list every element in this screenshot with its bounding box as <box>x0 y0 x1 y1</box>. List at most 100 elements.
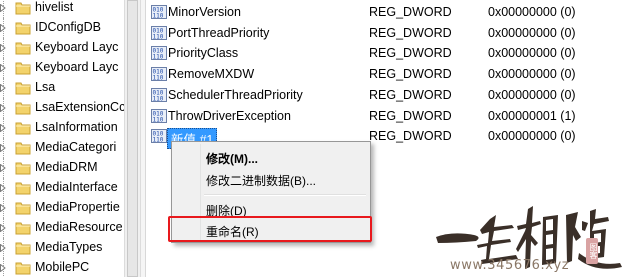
value-type: REG_DWORD <box>369 129 452 144</box>
value-data: 0x00000000 (0) <box>488 87 576 102</box>
tree-item-label: hivelist <box>35 0 74 14</box>
registry-value-row[interactable]: 010 110 SchedulerThreadPriority REG_DWORD 0x… <box>146 85 635 106</box>
value-type: REG_DWORD <box>369 46 452 61</box>
folder-icon <box>15 241 31 255</box>
tree-item[interactable]: hivelist <box>0 0 124 18</box>
value-type: REG_DWORD <box>369 87 452 102</box>
registry-value-row[interactable]: 010 110 PortThreadPriority REG_DWORD 0x00000… <box>146 23 635 44</box>
value-data: 0x00000000 (0) <box>488 129 576 144</box>
tree-item[interactable]: MediaInterface <box>0 178 124 198</box>
watermark-seal: 图客 <box>586 238 598 264</box>
expand-arrow-icon[interactable] <box>0 104 6 112</box>
tree-item-label: IDConfigDB <box>35 20 101 34</box>
tree-item[interactable]: MediaCategori <box>0 138 124 158</box>
value-data: 0x00000000 (0) <box>488 67 576 82</box>
tree-item-label: LsaInformation <box>35 120 118 134</box>
folder-icon <box>15 41 31 55</box>
dword-value-icon: 010 110 <box>151 67 167 82</box>
expand-arrow-icon[interactable] <box>0 184 6 192</box>
expand-arrow-icon[interactable] <box>0 124 6 132</box>
dword-value-icon: 010 110 <box>151 129 167 144</box>
expand-arrow-icon[interactable] <box>0 64 6 72</box>
expand-arrow-icon[interactable] <box>0 4 6 12</box>
tree-item[interactable]: Keyboard Layc <box>0 38 124 58</box>
tree-item[interactable]: MediaDRM <box>0 158 124 178</box>
expand-arrow-icon[interactable] <box>0 144 6 152</box>
tree-item[interactable]: LsaInformation <box>0 118 124 138</box>
value-type: REG_DWORD <box>369 67 452 82</box>
tree-item[interactable]: MediaTypes <box>0 238 124 258</box>
svg-text:110: 110 <box>153 54 164 61</box>
tree-scrollbar-thumb[interactable] <box>127 0 138 277</box>
tree-item[interactable]: MediaResource <box>0 218 124 238</box>
folder-icon <box>15 121 31 135</box>
dword-value-icon: 010 110 <box>151 46 167 61</box>
tree-item-label: MediaDRM <box>35 160 98 174</box>
value-name: PortThreadPriority <box>168 25 270 40</box>
tree-item-label: MediaPropertie <box>35 200 120 214</box>
value-type: REG_DWORD <box>369 5 452 19</box>
folder-icon <box>15 101 31 115</box>
value-name: SchedulerThreadPriority <box>168 87 303 102</box>
dword-value-icon: 010 110 <box>151 108 167 123</box>
folder-icon <box>15 181 31 195</box>
tree-item[interactable]: IDConfigDB <box>0 18 124 38</box>
value-data: 0x00000000 (0) <box>488 46 576 61</box>
expand-arrow-icon[interactable] <box>0 244 6 252</box>
tree-item-label: MediaResource <box>35 220 123 234</box>
folder-icon <box>15 81 31 95</box>
expand-arrow-icon[interactable] <box>0 204 6 212</box>
tree-item[interactable]: Lsa <box>0 78 124 98</box>
dword-value-icon: 010 110 <box>151 25 167 40</box>
folder-icon <box>15 141 31 155</box>
watermark-url: www.345676.xyz <box>450 258 570 273</box>
tree-scrollbar[interactable] <box>124 0 141 277</box>
tree-item[interactable]: MobilePC <box>0 258 124 277</box>
expand-arrow-icon[interactable] <box>0 24 6 32</box>
svg-text:110: 110 <box>153 116 164 123</box>
tree-item[interactable]: Keyboard Layc <box>0 58 124 78</box>
menu-item-modify-binary-label: 修改二进制数据(B)... <box>206 174 316 188</box>
svg-text:110: 110 <box>153 33 164 40</box>
value-type: REG_DWORD <box>369 25 452 40</box>
menu-item-modify-label: 修改(M)... <box>206 152 258 166</box>
tree-item-label: Keyboard Layc <box>35 40 119 54</box>
folder-icon <box>15 61 31 75</box>
value-data: 0x00000000 (0) <box>488 5 576 19</box>
tree-item-label: MediaTypes <box>35 240 103 254</box>
expand-arrow-icon[interactable] <box>0 164 6 172</box>
expand-arrow-icon[interactable] <box>0 224 6 232</box>
tree-item-label: Lsa <box>35 80 56 94</box>
folder-icon <box>15 21 31 35</box>
rename-highlight-annotation <box>168 216 372 242</box>
tree-item[interactable]: LsaExtensionCc <box>0 98 124 118</box>
tree-item[interactable]: MediaPropertie <box>0 198 124 218</box>
tree-item-label: Keyboard Layc <box>35 60 119 74</box>
folder-icon <box>15 221 31 235</box>
value-data: 0x00000000 (0) <box>488 25 576 40</box>
tree-item-label: MediaInterface <box>35 180 118 194</box>
registry-value-row[interactable]: 010 110 MinorVersion REG_DWORD 0x00000000 (0… <box>146 2 635 23</box>
registry-value-row[interactable]: 010 110 RemoveMXDW REG_DWORD 0x00000000 (0) <box>146 64 635 85</box>
svg-text:110: 110 <box>153 137 164 144</box>
folder-icon <box>15 201 31 215</box>
dword-value-icon: 010 110 <box>151 87 167 102</box>
menu-item-modify-binary[interactable]: 修改二进制数据(B)... <box>174 168 368 190</box>
svg-text:110: 110 <box>153 75 164 82</box>
value-name: RemoveMXDW <box>168 67 255 82</box>
menu-separator <box>204 194 366 196</box>
menu-item-modify[interactable]: 修改(M)... <box>174 146 368 168</box>
registry-value-row[interactable]: 010 110 ThrowDriverException REG_DWORD 0x000… <box>146 106 635 127</box>
expand-arrow-icon[interactable] <box>0 84 6 92</box>
folder-icon <box>15 1 31 15</box>
value-name: PriorityClass <box>168 46 239 61</box>
registry-value-row[interactable]: 010 110 PriorityClass REG_DWORD 0x00000000 (… <box>146 43 635 64</box>
expand-arrow-icon[interactable] <box>0 264 6 272</box>
value-data: 0x00000001 (1) <box>488 108 576 123</box>
expand-arrow-icon[interactable] <box>0 44 6 52</box>
dword-value-icon: 010 110 <box>151 5 167 19</box>
folder-icon <box>15 261 31 275</box>
registry-key-tree: hivelist IDConfigDB Keyboard Layc Keyboard … <box>0 0 124 277</box>
value-type: REG_DWORD <box>369 108 452 123</box>
tree-item-label: MediaCategori <box>35 140 117 154</box>
